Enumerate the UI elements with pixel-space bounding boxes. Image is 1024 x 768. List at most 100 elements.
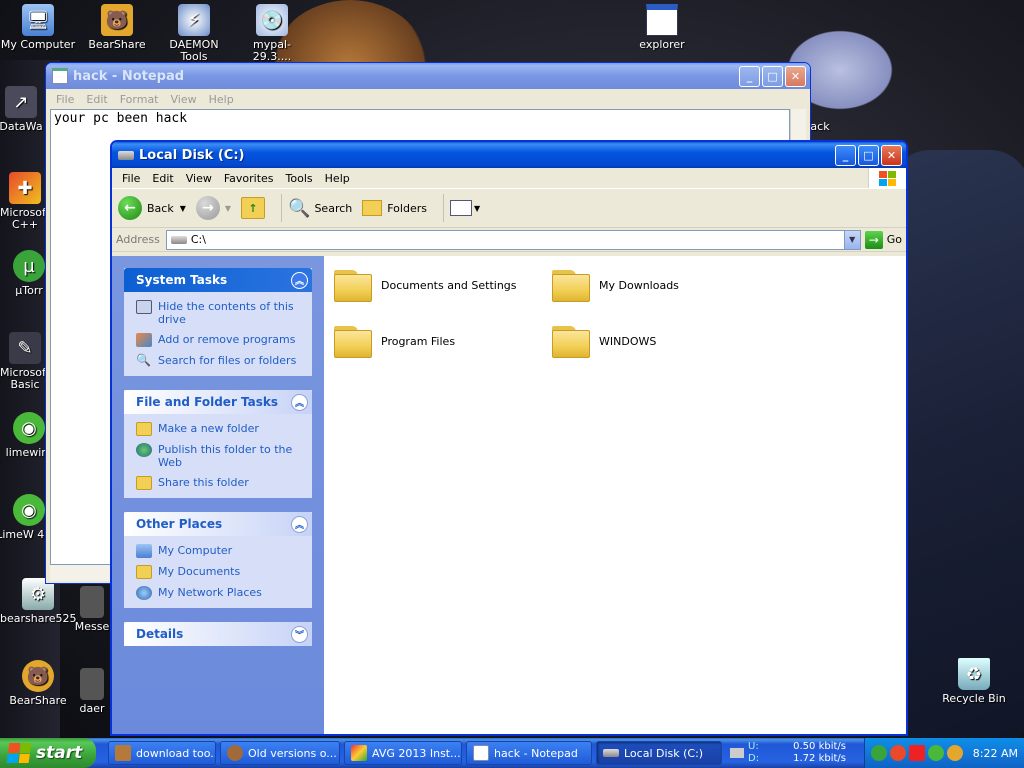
taskbar-button-old-versions[interactable]: Old versions o... — [220, 741, 340, 765]
panel-title: Other Places — [136, 517, 223, 531]
menu-help[interactable]: Help — [319, 172, 356, 185]
task-hide-contents[interactable]: Hide the contents of this drive — [136, 300, 302, 326]
desktop-icon-label: Recycle Bin — [942, 692, 1006, 705]
minimize-button[interactable]: _ — [835, 144, 856, 166]
views-button[interactable]: ▼ — [449, 200, 481, 216]
expand-icon[interactable]: ︾ — [291, 625, 308, 643]
desktop-icon-explorer[interactable]: explorer — [624, 4, 700, 51]
desktop-icon-daemon[interactable]: daer — [72, 668, 112, 715]
network-monitor-icon — [730, 748, 744, 758]
hide-contents-icon — [136, 300, 152, 314]
task-label: AVG 2013 Inst... — [372, 746, 461, 760]
collapse-icon[interactable]: ︽ — [291, 515, 308, 533]
menu-favorites[interactable]: Favorites — [218, 172, 280, 185]
task-label: Share this folder — [158, 476, 249, 489]
go-button[interactable]: → Go — [864, 230, 902, 249]
desktop-icon-bearshare525[interactable]: ⚙ bearshare525 — [0, 578, 77, 625]
desktop-icon-label: mypal-29.3.... — [252, 38, 292, 63]
computer-icon: 🖥 — [22, 4, 54, 36]
taskbar-button-notepad[interactable]: hack - Notepad — [466, 741, 592, 765]
task-make-new-folder[interactable]: Make a new folder — [136, 422, 302, 436]
add-remove-icon — [136, 333, 152, 347]
search-button[interactable]: 🔍 Search — [288, 198, 352, 219]
menu-tools[interactable]: Tools — [280, 172, 319, 185]
task-label: Hide the contents of this drive — [158, 300, 294, 326]
taskbar-button-local-disk[interactable]: Local Disk (C:) — [596, 741, 722, 765]
notepad-titlebar[interactable]: hack - Notepad _ □ ✕ — [46, 63, 810, 89]
menu-edit[interactable]: Edit — [80, 93, 113, 106]
forward-button[interactable]: → ▼ — [195, 196, 231, 220]
security-tray-icon[interactable] — [890, 745, 906, 761]
task-label: Make a new folder — [158, 422, 259, 435]
file-folder-tasks-header[interactable]: File and Folder Tasks ︽ — [124, 390, 312, 414]
desktop-icon-label: bearshare525 — [0, 612, 77, 625]
task-publish-folder[interactable]: Publish this folder to the Web — [136, 443, 302, 469]
place-my-network-places[interactable]: My Network Places — [136, 586, 302, 600]
close-button[interactable]: ✕ — [881, 144, 902, 166]
explorer-window[interactable]: Local Disk (C:) _ □ ✕ File Edit View Fav… — [110, 140, 908, 736]
bearshare-icon: 🐻 — [22, 660, 54, 692]
explorer-titlebar[interactable]: Local Disk (C:) _ □ ✕ — [112, 142, 906, 168]
menu-view[interactable]: View — [180, 172, 218, 185]
desktop-icon-my-computer[interactable]: 🖥 My Computer — [0, 4, 76, 51]
utorrent-tray-icon[interactable] — [871, 745, 887, 761]
close-button[interactable]: ✕ — [785, 65, 806, 87]
avg-icon — [351, 745, 367, 761]
system-tasks-header[interactable]: System Tasks ︽ — [124, 268, 312, 292]
menu-view[interactable]: View — [165, 93, 203, 106]
file-list: Documents and Settings My Downloads Prog… — [324, 256, 906, 734]
menu-file[interactable]: File — [116, 172, 146, 185]
other-places-header[interactable]: Other Places ︽ — [124, 512, 312, 536]
installer-icon: 💿 — [256, 4, 288, 36]
desktop-icon-daemon-tools[interactable]: ⚡ DAEMON Tools — [156, 4, 232, 63]
notepad-text: your pc been hack — [54, 111, 188, 126]
address-dropdown-button[interactable]: ▼ — [843, 230, 860, 249]
back-button[interactable]: ← Back ▼ — [118, 196, 186, 220]
maximize-button[interactable]: □ — [762, 65, 783, 87]
desktop-icon-bearshare-downloads[interactable]: 🐻 BearShare Downloads — [79, 4, 155, 51]
taskbar-button-download-tools[interactable]: download too... — [108, 741, 216, 765]
address-input[interactable]: C:\ ▼ — [165, 229, 861, 250]
start-button[interactable]: start — [0, 738, 96, 768]
folder-icon — [334, 268, 372, 302]
menu-edit[interactable]: Edit — [146, 172, 179, 185]
bearshare-tray-icon[interactable] — [947, 745, 963, 761]
up-folder-button[interactable]: ↑ — [241, 197, 266, 219]
folders-label: Folders — [387, 201, 427, 215]
folder-item[interactable]: WINDOWS — [552, 324, 656, 358]
network-icon — [136, 586, 152, 600]
visual-basic-icon: ✎ — [9, 332, 41, 364]
chevron-down-icon: ▼ — [473, 203, 481, 213]
explorer-toolbar: ← Back ▼ → ▼ ↑ 🔍 Search Folders ▼ — [112, 188, 906, 228]
collapse-icon[interactable]: ︽ — [291, 271, 308, 289]
taskbar-button-avg-install[interactable]: AVG 2013 Inst... — [344, 741, 462, 765]
place-my-computer[interactable]: My Computer — [136, 544, 302, 558]
collapse-icon[interactable]: ︽ — [291, 393, 308, 411]
desktop-icon-mypal[interactable]: 💿 mypal-29.3.... — [234, 4, 310, 63]
folder-item[interactable]: Documents and Settings — [334, 268, 517, 302]
menu-file[interactable]: File — [50, 93, 80, 106]
maximize-button[interactable]: □ — [858, 144, 879, 166]
limewire-tray-icon[interactable] — [928, 745, 944, 761]
menu-format[interactable]: Format — [114, 93, 165, 106]
notepad-icon — [473, 745, 489, 761]
task-search-files[interactable]: 🔍 Search for files or folders — [136, 354, 302, 368]
explorer-title: Local Disk (C:) — [139, 147, 245, 163]
visual-cpp-icon: ✚ — [9, 172, 41, 204]
folder-item[interactable]: Program Files — [334, 324, 455, 358]
desktop-icon-recycle-bin[interactable]: ♻ Recycle Bin — [936, 658, 1012, 705]
desktop-icon-messenger[interactable]: Messe — [72, 586, 112, 633]
menu-help[interactable]: Help — [203, 93, 240, 106]
desktop-icon-bearshare[interactable]: 🐻 BearShare — [0, 660, 76, 707]
task-share-folder[interactable]: Share this folder — [136, 476, 302, 490]
folder-item[interactable]: My Downloads — [552, 268, 679, 302]
clock[interactable]: 8:22 AM — [973, 747, 1018, 760]
task-add-remove-programs[interactable]: Add or remove programs — [136, 333, 302, 347]
stop-tray-icon[interactable] — [909, 745, 925, 761]
minimize-button[interactable]: _ — [739, 65, 760, 87]
search-icon: 🔍 — [288, 197, 311, 219]
place-my-documents[interactable]: My Documents — [136, 565, 302, 579]
folders-button[interactable]: Folders — [362, 200, 427, 216]
task-label: Publish this folder to the Web — [158, 443, 293, 469]
details-header[interactable]: Details ︾ — [124, 622, 312, 646]
